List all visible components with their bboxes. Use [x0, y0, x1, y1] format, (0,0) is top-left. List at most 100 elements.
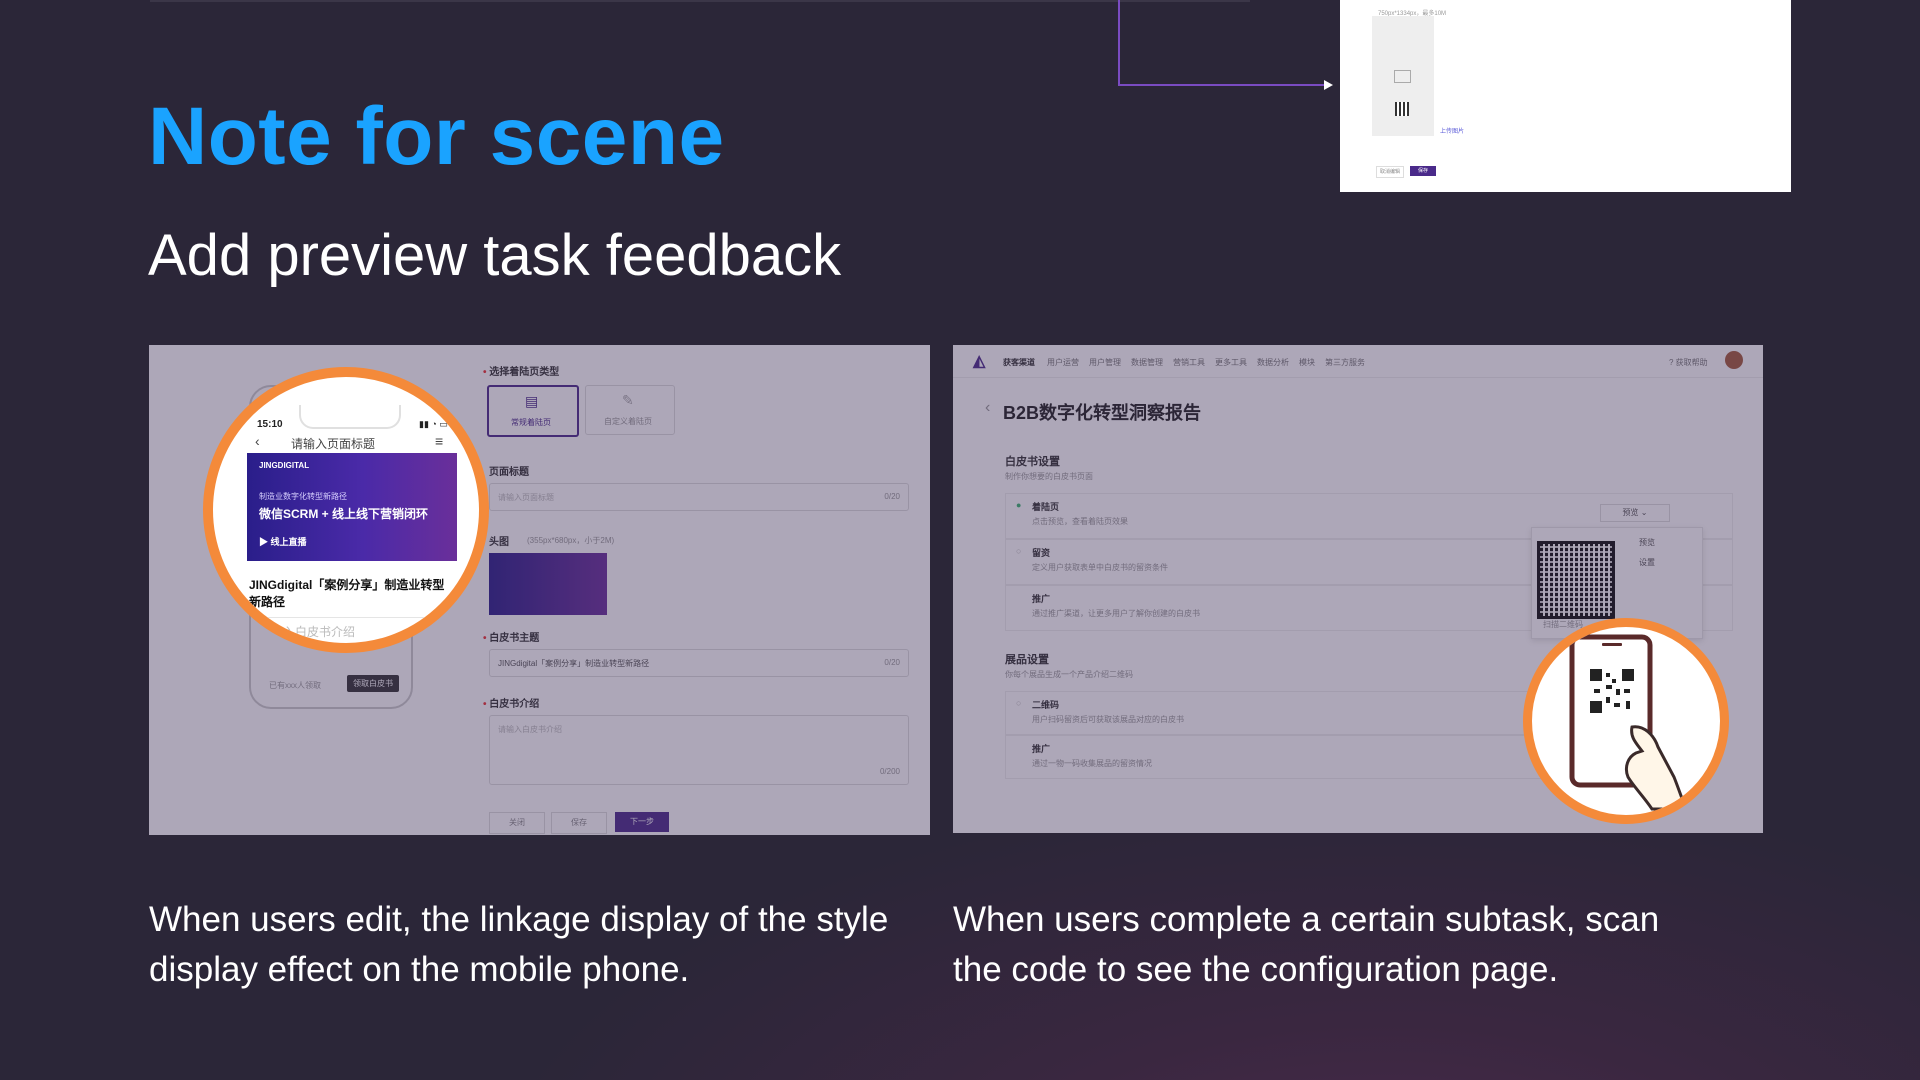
item-title: 留资	[1032, 548, 1051, 558]
status-time: 15:10	[257, 419, 283, 430]
phone-page-title: 请输入页面标题	[291, 437, 376, 451]
banner-live-label: ▶ 线上直播	[259, 537, 307, 547]
save-button[interactable]: 保存	[1410, 166, 1436, 176]
phone-notch	[299, 405, 401, 429]
item-title: 推广	[1032, 594, 1051, 604]
help-link[interactable]: ? 获取帮助	[1669, 357, 1708, 368]
cancel-edit-button[interactable]: 取消编辑	[1376, 166, 1404, 178]
page-title-placeholder: 请输入页面标题	[498, 493, 554, 502]
landing-type-custom[interactable]: ✎ 自定义着陆页	[585, 385, 675, 435]
nav-item[interactable]: 数据分析	[1257, 357, 1289, 368]
whitepaper-settings-sub: 制作你想要的白皮书页面	[1005, 472, 1093, 481]
whitepaper-settings-title: 白皮书设置	[1005, 456, 1060, 468]
signal-battery-icon: ▮▮ ◔ ▭	[419, 419, 448, 429]
item-title: 推广	[1032, 744, 1051, 754]
list-item[interactable]: ○ 二维码 用户扫码留资后可获取该展品对应的白皮书	[1005, 691, 1567, 735]
config-preview-card: 750px*1334px，最多10M 上传图片 取消编辑 保存	[1340, 0, 1791, 192]
theme-label: • 白皮书主题	[483, 633, 540, 644]
claim-count-text: 已有xxx人领取	[269, 681, 321, 690]
theme-value: JINGdigital「案例分享」制造业转型新路径	[498, 659, 650, 668]
pending-icon: ○	[1016, 546, 1022, 556]
nav-item[interactable]: 营销工具	[1173, 357, 1205, 368]
menu-item-preview[interactable]: 预览	[1639, 537, 1655, 548]
phone-zoom-callout: 15:10 ▮▮ ◔ ▭ ‹ 请输入页面标题 ≡ JINGDIGITAL 制造业…	[203, 367, 489, 653]
banner-line-2: 微信SCRM + 线上线下营销闭环	[259, 507, 429, 521]
header-image-hint: (355px*680px，小于2M)	[527, 536, 615, 545]
document-icon: ▤	[525, 393, 539, 409]
banner-image: JINGDIGITAL 制造业数字化转型新路径 微信SCRM + 线上线下营销闭…	[247, 453, 457, 561]
menu-icon[interactable]: ≡	[435, 433, 443, 449]
play-icon: ▶	[259, 537, 271, 547]
hand-holding-phone-icon	[1569, 634, 1689, 811]
brand-logo: JINGDIGITAL	[259, 461, 310, 470]
editor-screenshot: 已有xxx人领取 领取白皮书 • 选择着陆页类型 ▤ 常规着陆页 ✎ 自定义着陆…	[149, 345, 930, 835]
save-draft-button[interactable]: 保存	[551, 812, 607, 834]
item-title: 着陆页	[1032, 502, 1060, 512]
image-placeholder-icon	[1394, 70, 1411, 83]
item-title: 二维码	[1032, 700, 1060, 710]
arrow-right-icon	[1324, 80, 1333, 90]
upload-image-link[interactable]: 上传图片	[1440, 126, 1464, 135]
top-divider	[150, 0, 1250, 2]
header-image-label: 头图	[489, 537, 509, 548]
back-icon[interactable]: ‹	[255, 433, 260, 449]
intro-placeholder: 请输入白皮书介绍	[498, 725, 562, 734]
landing-type-custom-label: 自定义着陆页	[604, 417, 652, 426]
intro-count: 0/200	[879, 767, 900, 776]
page-title: B2B数字化转型洞察报告	[1003, 403, 1202, 423]
settings-screenshot: ◭ 获客渠道 用户运营 用户管理 数据管理 营销工具 更多工具 数据分析 模块 …	[953, 345, 1763, 833]
edit-icon: ✎	[622, 392, 634, 408]
scan-phone-callout	[1523, 618, 1729, 824]
exhibit-settings-sub: 你每个展品生成一个产品介绍二维码	[1005, 670, 1133, 679]
back-icon[interactable]: ‹	[985, 399, 990, 417]
nav-item[interactable]: 更多工具	[1215, 357, 1247, 368]
qr-code	[1537, 541, 1615, 619]
pending-icon: ○	[1016, 698, 1022, 708]
menu-item-settings[interactable]: 设置	[1639, 557, 1655, 568]
caption-right: When users complete a certain subtask, s…	[953, 900, 1660, 989]
article-title: JINGdigital「案例分享」制造业转型新路径	[249, 578, 445, 609]
connector-line	[1118, 84, 1326, 86]
landing-type-regular-label: 常规着陆页	[511, 418, 551, 427]
nav-item[interactable]: 模块	[1299, 357, 1315, 368]
header-image-thumbnail[interactable]	[489, 553, 607, 615]
nav-item[interactable]: 用户运营	[1047, 357, 1079, 368]
theme-count: 0/20	[884, 658, 900, 667]
avatar[interactable]	[1725, 351, 1743, 369]
landing-type-label: • 选择着陆页类型	[483, 367, 560, 378]
item-desc: 定义用户获取表单中白皮书的留资条件	[1032, 563, 1168, 572]
nav-item[interactable]: 获客渠道	[1003, 357, 1035, 368]
nav-item[interactable]: 数据管理	[1131, 357, 1163, 368]
page-title-label: 页面标题	[489, 467, 529, 478]
nav-item[interactable]: 第三方服务	[1325, 357, 1365, 368]
intro-placeholder-mobile: 请输入白皮书介绍	[259, 625, 356, 639]
item-desc: 用户扫码留资后可获取该展品对应的白皮书	[1032, 715, 1184, 724]
top-nav: ◭ 获客渠道 用户运营 用户管理 数据管理 营销工具 更多工具 数据分析 模块 …	[953, 345, 1763, 378]
claim-whitepaper-button[interactable]: 领取白皮书	[347, 675, 399, 692]
list-item[interactable]: 推广 通过一物一码收集展品的留资情况	[1005, 735, 1567, 779]
slide-heading: Note for scene	[148, 91, 725, 182]
divider	[247, 617, 457, 618]
banner-line-1: 制造业数字化转型新路径	[259, 492, 347, 501]
item-desc: 通过一物一码收集展品的留资情况	[1032, 759, 1152, 768]
exhibit-settings-title: 展品设置	[1005, 654, 1049, 666]
item-desc: 通过推广渠道，让更多用户了解你创建的白皮书	[1032, 609, 1200, 618]
check-icon: ●	[1016, 500, 1022, 510]
landing-type-regular[interactable]: ▤ 常规着陆页	[487, 385, 579, 437]
item-desc: 点击预览，查看着陆页效果	[1032, 517, 1128, 526]
qr-code-icon	[1395, 102, 1409, 116]
caption-left: When users edit, the linkage display of …	[149, 900, 889, 989]
page-title-input[interactable]: 请输入页面标题 0/20	[489, 483, 909, 511]
nav-item[interactable]: 用户管理	[1089, 357, 1121, 368]
intro-label: • 白皮书介绍	[483, 699, 540, 710]
connector-line	[1118, 0, 1120, 86]
close-button[interactable]: 关闭	[489, 812, 545, 834]
page-title-count: 0/20	[884, 492, 900, 501]
theme-input[interactable]: JINGdigital「案例分享」制造业转型新路径 0/20	[489, 649, 909, 677]
preview-dropdown-button[interactable]: 预览 ⌄	[1600, 504, 1670, 522]
scan-hint: 扫描二维码	[1543, 620, 1583, 629]
logo-icon: ◭	[973, 353, 986, 370]
slide-subheading: Add preview task feedback	[148, 223, 842, 288]
next-step-button[interactable]: 下一步	[615, 812, 669, 832]
intro-textarea[interactable]: 请输入白皮书介绍 0/200	[489, 715, 909, 785]
